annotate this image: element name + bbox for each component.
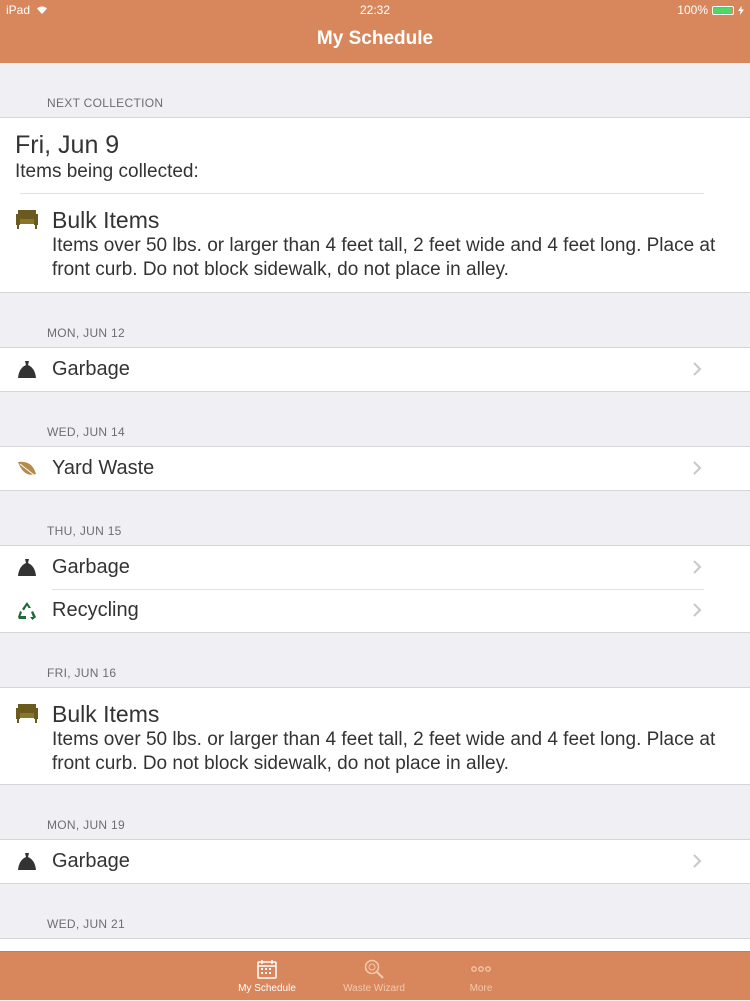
section-header-date: MON, JUN 19 — [47, 818, 125, 832]
bulk-item: Bulk Items Items over 50 lbs. or larger … — [0, 688, 750, 784]
tab-my-schedule[interactable]: My Schedule — [212, 952, 322, 1001]
garbage-bag-icon — [18, 853, 36, 870]
leaf-icon — [18, 461, 36, 476]
section-header-next: NEXT COLLECTION — [47, 96, 164, 110]
section-header-date: WED, JUN 14 — [47, 425, 125, 439]
bulk-item-description: Items over 50 lbs. or larger than 4 feet… — [52, 235, 716, 280]
list-item-garbage[interactable]: Garbage — [0, 840, 750, 883]
navigation-bar: iPad 22:32 100% My Schedule — [0, 0, 750, 63]
next-collection-subtitle: Items being collected: — [15, 161, 199, 182]
section-header-date: MON, JUN 12 — [47, 326, 125, 340]
list-item-label: Recycling — [52, 599, 139, 621]
section-header-date: FRI, JUN 16 — [47, 666, 117, 680]
tab-bar: My Schedule Waste Wizard More — [0, 951, 750, 1000]
list-item-label: Yard Waste — [52, 457, 155, 479]
list-item-label: Garbage — [52, 556, 130, 578]
schedule-card: Garbage — [0, 839, 750, 884]
charging-bolt-icon — [738, 5, 744, 15]
list-item-partial[interactable] — [0, 939, 750, 951]
status-battery: 100% — [677, 3, 744, 17]
list-item-yard-waste[interactable]: Yard Waste — [0, 447, 750, 490]
section-header-date: WED, JUN 21 — [47, 917, 125, 931]
schedule-card: Bulk Items Items over 50 lbs. or larger … — [0, 687, 750, 785]
schedule-card — [0, 938, 750, 951]
tab-more[interactable]: More — [426, 952, 536, 1001]
status-time: 22:32 — [359, 3, 391, 17]
sofa-icon — [16, 704, 38, 723]
chevron-right-icon — [693, 854, 702, 868]
recycling-icon — [18, 602, 36, 620]
list-item-recycling[interactable]: Recycling — [0, 589, 750, 632]
next-collection-card: Fri, Jun 9 Items being collected: Bulk I… — [0, 117, 750, 293]
page-title: My Schedule — [316, 28, 434, 49]
next-collection-date: Fri, Jun 9 — [15, 131, 120, 159]
list-item-garbage[interactable]: Garbage — [0, 546, 750, 589]
magnifier-icon — [364, 959, 384, 979]
schedule-card: Garbage Recycling — [0, 545, 750, 633]
section-header-date: THU, JUN 15 — [47, 524, 122, 538]
bulk-item: Bulk Items Items over 50 lbs. or larger … — [0, 194, 750, 282]
garbage-bag-icon — [18, 559, 36, 576]
calendar-icon — [257, 960, 277, 979]
list-item-garbage[interactable]: Garbage — [0, 348, 750, 391]
list-item-label: Garbage — [52, 358, 130, 380]
bulk-item-title: Bulk Items — [52, 207, 160, 233]
schedule-list[interactable]: NEXT COLLECTION Fri, Jun 9 Items being c… — [0, 63, 750, 951]
bulk-item-description: Items over 50 lbs. or larger than 4 feet… — [52, 729, 716, 774]
chevron-right-icon — [693, 362, 702, 376]
schedule-card: Garbage — [0, 347, 750, 392]
chevron-right-icon — [693, 560, 702, 574]
schedule-card: Yard Waste — [0, 446, 750, 491]
tab-label: More — [469, 983, 493, 994]
tab-label: Waste Wizard — [343, 983, 405, 994]
battery-percent: 100% — [677, 3, 708, 17]
tab-waste-wizard[interactable]: Waste Wizard — [319, 952, 429, 1001]
more-dots-icon — [471, 966, 491, 972]
battery-icon — [712, 5, 734, 15]
list-item-label: Garbage — [52, 850, 130, 872]
garbage-bag-icon — [18, 361, 36, 378]
tab-label: My Schedule — [238, 983, 296, 994]
bulk-item-title: Bulk Items — [52, 701, 160, 727]
chevron-right-icon — [693, 603, 702, 617]
chevron-right-icon — [693, 461, 702, 475]
sofa-icon — [16, 210, 38, 229]
